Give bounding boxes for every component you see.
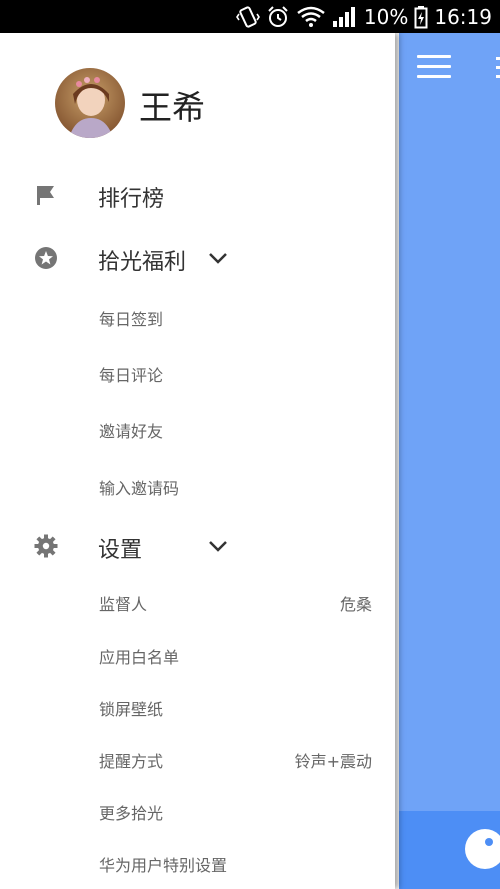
chevron-down-icon[interactable] xyxy=(207,538,229,554)
vibrate-icon xyxy=(235,5,260,29)
list-item-value: 铃声+震动 xyxy=(294,752,372,771)
toolbar-partial-icon xyxy=(496,57,500,79)
menu-item-label: 排行榜 xyxy=(98,187,165,212)
navigation-drawer: 王希 排行榜 拾光福利 每日签到 每日评论 邀请好友 输入邀请码 设置 监督人 … xyxy=(0,33,395,889)
list-item-label: 提醒方式 xyxy=(99,752,164,771)
list-item-supervisor[interactable]: 监督人 危桑 xyxy=(0,583,395,623)
list-item-more[interactable]: 更多拾光 xyxy=(0,792,395,832)
main-content-panel xyxy=(399,33,500,889)
list-item-label: 邀请好友 xyxy=(99,422,164,441)
gear-icon xyxy=(33,533,59,559)
list-item-invite-friends[interactable]: 邀请好友 xyxy=(0,410,395,450)
chevron-down-icon[interactable] xyxy=(207,250,229,266)
list-item-label: 每日评论 xyxy=(99,366,164,385)
menu-item-label: 拾光福利 xyxy=(98,250,187,275)
menu-item-welfare[interactable]: 拾光福利 xyxy=(0,241,395,275)
hamburger-menu-icon[interactable] xyxy=(417,55,451,79)
list-item-label: 监督人 xyxy=(99,595,148,614)
menu-item-ranking[interactable]: 排行榜 xyxy=(0,178,395,212)
list-item-label: 每日签到 xyxy=(99,310,164,329)
list-item-label: 更多拾光 xyxy=(99,804,164,823)
list-item-label: 输入邀请码 xyxy=(99,479,180,498)
status-bar: 10% 16:19 xyxy=(0,0,500,33)
flag-icon xyxy=(33,182,59,208)
list-item-reminder-mode[interactable]: 提醒方式 铃声+震动 xyxy=(0,740,395,780)
avatar[interactable] xyxy=(55,68,125,138)
battery-percent: 10% xyxy=(363,4,409,29)
list-item-lockscreen-wallpaper[interactable]: 锁屏壁纸 xyxy=(0,688,395,728)
alarm-icon xyxy=(266,5,290,29)
list-item-label: 应用白名单 xyxy=(99,648,180,667)
wifi-icon xyxy=(296,5,326,29)
main-bottom-bar xyxy=(399,811,500,889)
menu-item-label: 设置 xyxy=(98,538,143,563)
list-item-label: 锁屏壁纸 xyxy=(99,700,164,719)
star-icon xyxy=(33,245,59,271)
battery-icon xyxy=(414,5,428,29)
profile-name: 王希 xyxy=(139,88,205,127)
menu-item-settings[interactable]: 设置 xyxy=(0,529,395,563)
signal-icon xyxy=(332,6,358,28)
list-item-value: 危桑 xyxy=(339,595,372,614)
list-item-app-whitelist[interactable]: 应用白名单 xyxy=(0,636,395,676)
eye-icon[interactable] xyxy=(465,829,500,869)
list-item-daily-comment[interactable]: 每日评论 xyxy=(0,354,395,394)
list-item-huawei-settings[interactable]: 华为用户特别设置 xyxy=(0,844,395,884)
list-item-label: 华为用户特别设置 xyxy=(99,856,228,875)
clock: 16:19 xyxy=(434,4,492,29)
list-item-enter-invite-code[interactable]: 输入邀请码 xyxy=(0,467,395,507)
list-item-daily-checkin[interactable]: 每日签到 xyxy=(0,298,395,338)
